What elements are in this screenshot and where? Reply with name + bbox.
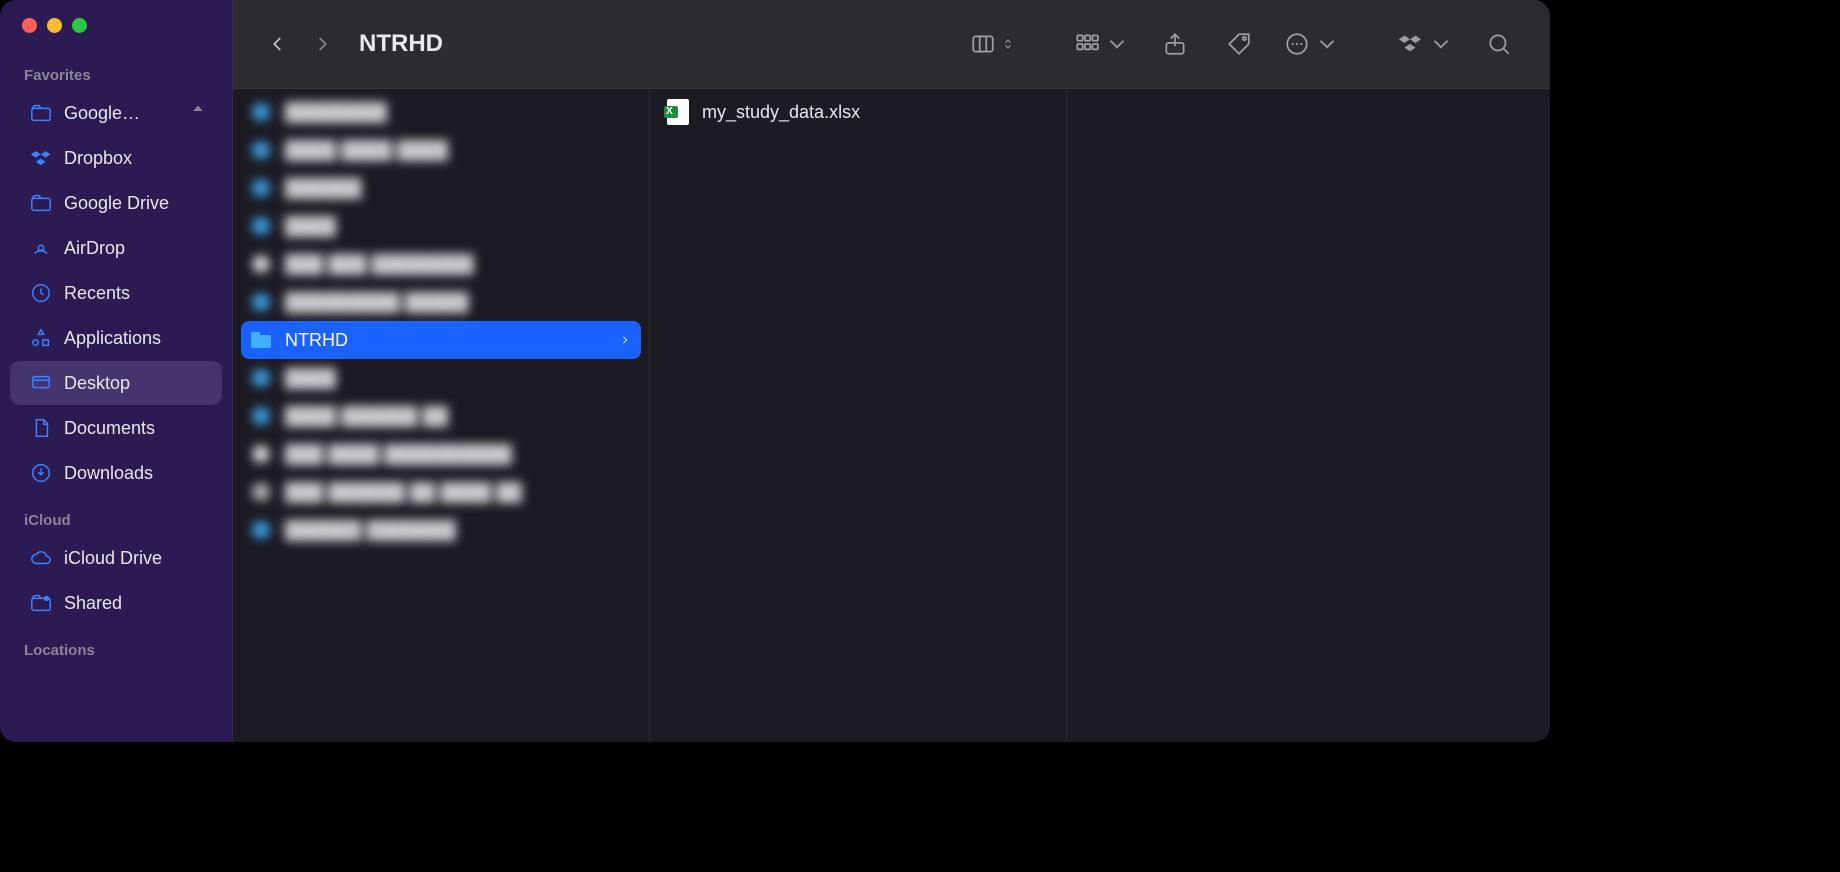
list-item[interactable]: ████████ [241,93,641,131]
sidebar-item-icloud-drive[interactable]: iCloud Drive [10,536,222,580]
list-item-label: NTRHD [285,330,605,351]
clock-icon [30,282,52,304]
sidebar-item-label: Dropbox [64,148,206,169]
sidebar-item-google-drive[interactable]: Google Drive [10,181,222,225]
cloud-folder-icon [30,102,52,124]
sidebar-item-dropbox[interactable]: Dropbox [10,136,222,180]
shared-folder-icon [30,592,52,614]
sidebar-item-recents[interactable]: Recents [10,271,222,315]
tags-button[interactable] [1220,25,1258,63]
sidebar-section-favorites: Favorites Google… Dropbox [0,51,232,496]
search-button[interactable] [1480,25,1518,63]
window-controls [0,0,232,51]
share-button[interactable] [1156,25,1194,63]
list-item[interactable]: ████ [241,359,641,397]
sidebar-section-locations: Locations [0,626,232,665]
cloud-folder-icon [30,192,52,214]
sidebar-item-label: iCloud Drive [64,548,206,569]
sidebar-item-label: Documents [64,418,206,439]
view-columns-button[interactable] [970,25,1016,63]
sidebar-item-label: Recents [64,283,206,304]
sidebar-item-applications[interactable]: Applications [10,316,222,360]
sidebar-header-favorites: Favorites [0,61,232,90]
toolbar: NTRHD [233,0,1550,89]
sidebar-item-airdrop[interactable]: AirDrop [10,226,222,270]
list-item-my-study-data[interactable]: X my_study_data.xlsx [658,93,1058,131]
desktop-icon [30,372,52,394]
minimize-window-button[interactable] [47,18,62,33]
sidebar-item-desktop[interactable]: Desktop [10,361,222,405]
list-item[interactable]: ███ ████ ██████████ [241,435,641,473]
more-actions-button[interactable] [1284,25,1340,63]
list-item[interactable]: ████ [241,207,641,245]
folder-icon [249,328,273,352]
excel-file-icon: X [666,100,690,124]
apps-icon [30,327,52,349]
sidebar-item-shared[interactable]: Shared [10,581,222,625]
close-window-button[interactable] [22,18,37,33]
group-by-button[interactable] [1074,25,1130,63]
sidebar-item-label: Google Drive [64,193,206,214]
column-2[interactable]: X my_study_data.xlsx [650,89,1067,742]
sidebar-item-label: Downloads [64,463,206,484]
sidebar-item-downloads[interactable]: Downloads [10,451,222,495]
column-1[interactable]: ████████ ████ ████ ████ ██████ ████ ███ … [233,89,650,742]
sidebar-item-label: Shared [64,593,206,614]
list-item[interactable]: ████ ██████ ██ [241,397,641,435]
list-item[interactable]: ██████ ███████ [241,511,641,549]
sidebar-item-google-eject[interactable]: Google… [10,91,222,135]
finder-window: Favorites Google… Dropbox [0,0,1550,742]
window-title: NTRHD [359,30,443,58]
icloud-icon [30,547,52,569]
sidebar-header-locations: Locations [0,636,232,665]
sidebar-item-label: Applications [64,328,206,349]
list-item-ntrhd[interactable]: NTRHD [241,321,641,359]
sidebar-item-label: Desktop [64,373,206,394]
sidebar-item-label: Google… [64,103,178,124]
sidebar-item-label: AirDrop [64,238,206,259]
sidebar: Favorites Google… Dropbox [0,0,233,742]
main-area: NTRHD [233,0,1550,742]
list-item[interactable]: ████ ████ ████ [241,131,641,169]
column-3[interactable] [1067,89,1550,742]
download-icon [30,462,52,484]
eject-icon[interactable] [190,103,206,124]
list-item-label: my_study_data.xlsx [702,102,1050,123]
dropbox-toolbar-button[interactable] [1398,25,1454,63]
forward-button[interactable] [303,25,341,63]
list-item[interactable]: ██████ [241,169,641,207]
fullscreen-window-button[interactable] [72,18,87,33]
chevron-right-icon [617,334,633,346]
column-view: ████████ ████ ████ ████ ██████ ████ ███ … [233,89,1550,742]
sidebar-section-icloud: iCloud iCloud Drive Shared [0,496,232,626]
sidebar-header-icloud: iCloud [0,506,232,535]
list-item[interactable]: █████████ █████ [241,283,641,321]
back-button[interactable] [259,25,297,63]
dropbox-icon [30,147,52,169]
list-item[interactable]: ███ ██████ ██ ████ ██ [241,473,641,511]
list-item[interactable]: ███ ███ ████████ [241,245,641,283]
document-icon [30,417,52,439]
airdrop-icon [30,237,52,259]
sidebar-item-documents[interactable]: Documents [10,406,222,450]
